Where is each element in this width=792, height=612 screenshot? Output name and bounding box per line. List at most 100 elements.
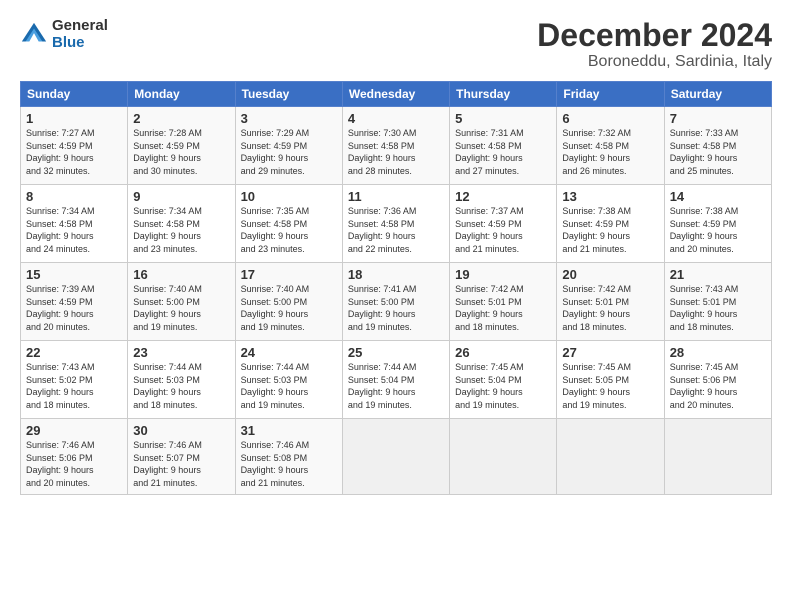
day-cell: 21Sunrise: 7:43 AMSunset: 5:01 PMDayligh… xyxy=(664,263,771,341)
day-number: 14 xyxy=(670,189,766,204)
day-number: 5 xyxy=(455,111,551,126)
day-cell: 14Sunrise: 7:38 AMSunset: 4:59 PMDayligh… xyxy=(664,185,771,263)
day-cell: 1Sunrise: 7:27 AMSunset: 4:59 PMDaylight… xyxy=(21,107,128,185)
day-info: Sunrise: 7:38 AMSunset: 4:59 PMDaylight:… xyxy=(670,205,766,255)
day-info: Sunrise: 7:45 AMSunset: 5:05 PMDaylight:… xyxy=(562,361,658,411)
day-cell: 26Sunrise: 7:45 AMSunset: 5:04 PMDayligh… xyxy=(450,341,557,419)
day-number: 9 xyxy=(133,189,229,204)
day-info: Sunrise: 7:40 AMSunset: 5:00 PMDaylight:… xyxy=(241,283,337,333)
day-cell: 8Sunrise: 7:34 AMSunset: 4:58 PMDaylight… xyxy=(21,185,128,263)
day-info: Sunrise: 7:41 AMSunset: 5:00 PMDaylight:… xyxy=(348,283,444,333)
day-number: 28 xyxy=(670,345,766,360)
day-number: 30 xyxy=(133,423,229,438)
day-cell: 29Sunrise: 7:46 AMSunset: 5:06 PMDayligh… xyxy=(21,419,128,494)
day-number: 21 xyxy=(670,267,766,282)
day-cell xyxy=(342,419,449,494)
day-info: Sunrise: 7:28 AMSunset: 4:59 PMDaylight:… xyxy=(133,127,229,177)
day-info: Sunrise: 7:45 AMSunset: 5:04 PMDaylight:… xyxy=(455,361,551,411)
col-header-wednesday: Wednesday xyxy=(342,82,449,107)
logo-general-text: General xyxy=(52,18,108,35)
day-number: 13 xyxy=(562,189,658,204)
day-cell: 15Sunrise: 7:39 AMSunset: 4:59 PMDayligh… xyxy=(21,263,128,341)
day-number: 11 xyxy=(348,189,444,204)
day-number: 3 xyxy=(241,111,337,126)
day-info: Sunrise: 7:34 AMSunset: 4:58 PMDaylight:… xyxy=(133,205,229,255)
day-number: 7 xyxy=(670,111,766,126)
day-cell xyxy=(450,419,557,494)
day-info: Sunrise: 7:44 AMSunset: 5:03 PMDaylight:… xyxy=(241,361,337,411)
day-number: 24 xyxy=(241,345,337,360)
week-row-4: 22Sunrise: 7:43 AMSunset: 5:02 PMDayligh… xyxy=(21,341,772,419)
col-header-friday: Friday xyxy=(557,82,664,107)
main-container: General Blue December 2024 Boroneddu, Sa… xyxy=(0,0,792,505)
day-info: Sunrise: 7:35 AMSunset: 4:58 PMDaylight:… xyxy=(241,205,337,255)
week-row-5: 29Sunrise: 7:46 AMSunset: 5:06 PMDayligh… xyxy=(21,419,772,494)
day-cell: 19Sunrise: 7:42 AMSunset: 5:01 PMDayligh… xyxy=(450,263,557,341)
location: Boroneddu, Sardinia, Italy xyxy=(537,53,772,71)
day-number: 27 xyxy=(562,345,658,360)
day-cell: 4Sunrise: 7:30 AMSunset: 4:58 PMDaylight… xyxy=(342,107,449,185)
col-header-saturday: Saturday xyxy=(664,82,771,107)
month-title: December 2024 xyxy=(537,18,772,53)
day-number: 16 xyxy=(133,267,229,282)
day-number: 10 xyxy=(241,189,337,204)
day-cell: 7Sunrise: 7:33 AMSunset: 4:58 PMDaylight… xyxy=(664,107,771,185)
day-info: Sunrise: 7:44 AMSunset: 5:03 PMDaylight:… xyxy=(133,361,229,411)
col-header-sunday: Sunday xyxy=(21,82,128,107)
day-number: 4 xyxy=(348,111,444,126)
day-info: Sunrise: 7:27 AMSunset: 4:59 PMDaylight:… xyxy=(26,127,122,177)
day-cell: 16Sunrise: 7:40 AMSunset: 5:00 PMDayligh… xyxy=(128,263,235,341)
day-cell: 9Sunrise: 7:34 AMSunset: 4:58 PMDaylight… xyxy=(128,185,235,263)
day-info: Sunrise: 7:44 AMSunset: 5:04 PMDaylight:… xyxy=(348,361,444,411)
col-header-monday: Monday xyxy=(128,82,235,107)
day-info: Sunrise: 7:37 AMSunset: 4:59 PMDaylight:… xyxy=(455,205,551,255)
day-number: 25 xyxy=(348,345,444,360)
col-header-tuesday: Tuesday xyxy=(235,82,342,107)
day-info: Sunrise: 7:46 AMSunset: 5:08 PMDaylight:… xyxy=(241,439,337,489)
logo-icon xyxy=(20,21,48,49)
day-info: Sunrise: 7:42 AMSunset: 5:01 PMDaylight:… xyxy=(455,283,551,333)
title-area: December 2024 Boroneddu, Sardinia, Italy xyxy=(537,18,772,71)
day-info: Sunrise: 7:42 AMSunset: 5:01 PMDaylight:… xyxy=(562,283,658,333)
day-cell: 6Sunrise: 7:32 AMSunset: 4:58 PMDaylight… xyxy=(557,107,664,185)
day-cell xyxy=(557,419,664,494)
day-info: Sunrise: 7:40 AMSunset: 5:00 PMDaylight:… xyxy=(133,283,229,333)
day-info: Sunrise: 7:43 AMSunset: 5:01 PMDaylight:… xyxy=(670,283,766,333)
day-info: Sunrise: 7:33 AMSunset: 4:58 PMDaylight:… xyxy=(670,127,766,177)
day-number: 18 xyxy=(348,267,444,282)
day-cell: 24Sunrise: 7:44 AMSunset: 5:03 PMDayligh… xyxy=(235,341,342,419)
day-number: 23 xyxy=(133,345,229,360)
day-cell: 18Sunrise: 7:41 AMSunset: 5:00 PMDayligh… xyxy=(342,263,449,341)
header: General Blue December 2024 Boroneddu, Sa… xyxy=(20,18,772,71)
day-number: 8 xyxy=(26,189,122,204)
day-cell: 31Sunrise: 7:46 AMSunset: 5:08 PMDayligh… xyxy=(235,419,342,494)
day-info: Sunrise: 7:29 AMSunset: 4:59 PMDaylight:… xyxy=(241,127,337,177)
day-cell: 27Sunrise: 7:45 AMSunset: 5:05 PMDayligh… xyxy=(557,341,664,419)
day-cell: 20Sunrise: 7:42 AMSunset: 5:01 PMDayligh… xyxy=(557,263,664,341)
day-cell: 12Sunrise: 7:37 AMSunset: 4:59 PMDayligh… xyxy=(450,185,557,263)
day-cell: 22Sunrise: 7:43 AMSunset: 5:02 PMDayligh… xyxy=(21,341,128,419)
day-info: Sunrise: 7:38 AMSunset: 4:59 PMDaylight:… xyxy=(562,205,658,255)
day-cell: 25Sunrise: 7:44 AMSunset: 5:04 PMDayligh… xyxy=(342,341,449,419)
day-number: 17 xyxy=(241,267,337,282)
day-info: Sunrise: 7:34 AMSunset: 4:58 PMDaylight:… xyxy=(26,205,122,255)
day-number: 6 xyxy=(562,111,658,126)
day-number: 22 xyxy=(26,345,122,360)
calendar-table: SundayMondayTuesdayWednesdayThursdayFrid… xyxy=(20,81,772,494)
day-cell: 11Sunrise: 7:36 AMSunset: 4:58 PMDayligh… xyxy=(342,185,449,263)
day-info: Sunrise: 7:46 AMSunset: 5:07 PMDaylight:… xyxy=(133,439,229,489)
day-cell: 28Sunrise: 7:45 AMSunset: 5:06 PMDayligh… xyxy=(664,341,771,419)
day-cell: 17Sunrise: 7:40 AMSunset: 5:00 PMDayligh… xyxy=(235,263,342,341)
day-cell: 2Sunrise: 7:28 AMSunset: 4:59 PMDaylight… xyxy=(128,107,235,185)
day-cell xyxy=(664,419,771,494)
day-info: Sunrise: 7:45 AMSunset: 5:06 PMDaylight:… xyxy=(670,361,766,411)
day-info: Sunrise: 7:32 AMSunset: 4:58 PMDaylight:… xyxy=(562,127,658,177)
day-number: 2 xyxy=(133,111,229,126)
day-cell: 23Sunrise: 7:44 AMSunset: 5:03 PMDayligh… xyxy=(128,341,235,419)
day-cell: 13Sunrise: 7:38 AMSunset: 4:59 PMDayligh… xyxy=(557,185,664,263)
day-number: 20 xyxy=(562,267,658,282)
day-cell: 5Sunrise: 7:31 AMSunset: 4:58 PMDaylight… xyxy=(450,107,557,185)
day-number: 31 xyxy=(241,423,337,438)
day-number: 1 xyxy=(26,111,122,126)
logo-text: General Blue xyxy=(52,18,108,51)
